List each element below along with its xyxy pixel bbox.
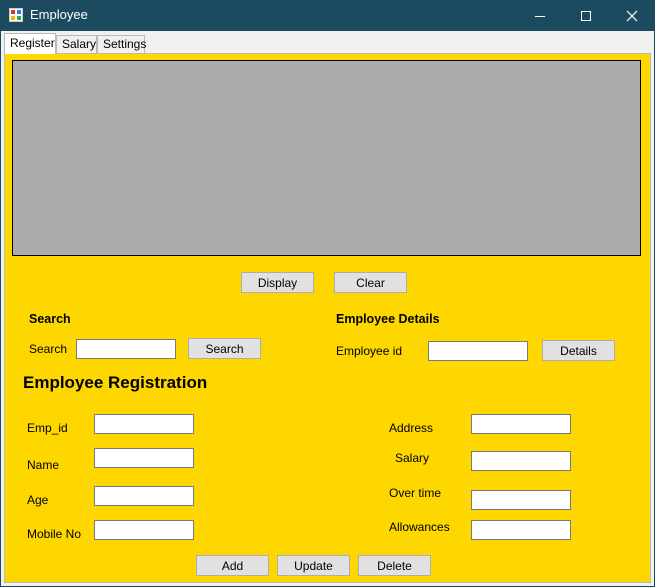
salary-label: Salary	[395, 451, 430, 465]
salary-input[interactable]	[471, 451, 571, 471]
allowances-input[interactable]	[471, 520, 571, 540]
emp-id-input[interactable]	[94, 414, 194, 434]
add-button[interactable]: Add	[196, 555, 269, 576]
employee-details-heading: Employee Details	[336, 312, 440, 326]
employee-data-grid[interactable]	[12, 60, 641, 256]
tab-register[interactable]: Register	[4, 33, 56, 54]
registration-heading: Employee Registration	[23, 373, 208, 392]
details-button[interactable]: Details	[542, 340, 615, 361]
maximize-button[interactable]	[563, 0, 609, 31]
age-label: Age	[27, 493, 49, 507]
minimize-button[interactable]	[517, 0, 563, 31]
display-button[interactable]: Display	[241, 272, 314, 293]
search-heading: Search	[29, 312, 71, 326]
close-button[interactable]	[609, 0, 655, 31]
tab-salary[interactable]: Salary	[56, 35, 97, 53]
age-input[interactable]	[94, 486, 194, 506]
title-bar[interactable]: Employee	[0, 0, 655, 31]
tab-settings[interactable]: Settings	[97, 35, 146, 53]
clear-button[interactable]: Clear	[334, 272, 407, 293]
maximize-icon	[581, 10, 591, 21]
address-label: Address	[389, 421, 434, 435]
search-label: Search	[29, 342, 68, 356]
minimize-icon	[535, 15, 545, 17]
emp-id-label: Emp_id	[27, 421, 68, 435]
search-button[interactable]: Search	[188, 338, 261, 359]
employee-id-label: Employee id	[336, 344, 403, 358]
name-input[interactable]	[94, 448, 194, 468]
employee-id-input[interactable]	[428, 341, 528, 361]
delete-button[interactable]: Delete	[358, 555, 431, 576]
name-label: Name	[27, 458, 60, 472]
update-button[interactable]: Update	[277, 555, 350, 576]
mobile-no-input[interactable]	[94, 520, 194, 540]
close-icon	[626, 10, 638, 21]
allowances-label: Allowances	[389, 520, 450, 534]
window-title: Employee	[30, 7, 88, 22]
overtime-label: Over time	[389, 486, 442, 500]
mobile-no-label: Mobile No	[27, 527, 82, 541]
overtime-input[interactable]	[471, 490, 571, 510]
search-input[interactable]	[76, 339, 176, 359]
address-input[interactable]	[471, 414, 571, 434]
app-form-icon	[9, 8, 23, 22]
